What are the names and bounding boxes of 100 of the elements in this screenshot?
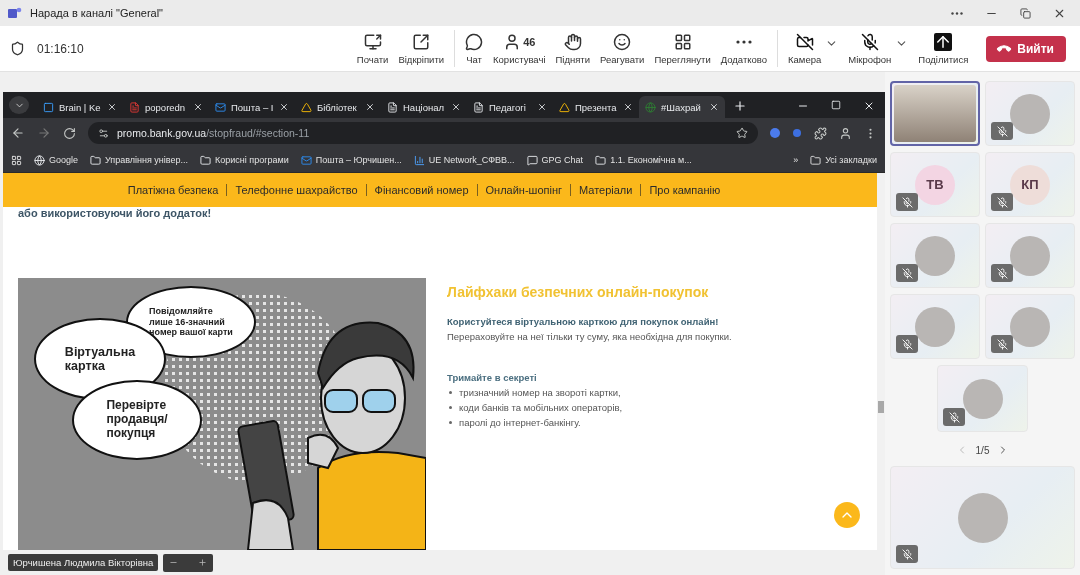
toolbar-button[interactable]: Переглянути	[650, 30, 715, 67]
folder-icon	[595, 154, 607, 166]
grid-icon	[673, 32, 692, 51]
close-icon[interactable]	[451, 102, 461, 112]
reload-icon[interactable]	[63, 126, 76, 140]
leave-button[interactable]: Вийти	[986, 35, 1066, 62]
paragraph-text: Перераховуйте на неї тільки ту суму, яка необхідна для покупки.	[447, 330, 732, 344]
toolbar-button[interactable]: Додатково	[716, 30, 772, 67]
drive-icon	[301, 101, 312, 113]
back-icon[interactable]	[11, 126, 25, 140]
browser-tab[interactable]: Націонал	[381, 96, 467, 118]
presenter-name: Юрчишена Людмила Вікторівна	[8, 554, 159, 571]
avatar-placeholder	[1010, 93, 1050, 134]
extension-icon[interactable]	[770, 128, 780, 138]
nav-link[interactable]: Матеріали	[570, 184, 641, 196]
browser-tab[interactable]: Презента	[553, 96, 639, 118]
meeting-timer: 01:16:10	[37, 41, 84, 56]
list-item: тризначний номер на звороті картки,	[459, 386, 621, 400]
speech-bubble: Перевірте продавця/ покупця	[72, 380, 202, 460]
scrollbar-thumb[interactable]	[878, 401, 884, 413]
restore-icon[interactable]	[1020, 7, 1031, 19]
list-item: паролі до інтернет-банкінгу.	[459, 416, 581, 430]
nav-link[interactable]: Онлайн-шопінг	[476, 184, 570, 196]
toolbar-button[interactable]: Реагувати	[596, 30, 649, 67]
toolbar-button[interactable]: Поділитися	[914, 30, 973, 67]
toolbar-button[interactable]: Чат	[461, 30, 488, 67]
maximize-icon[interactable]	[831, 100, 841, 110]
extension-icon[interactable]	[792, 128, 802, 138]
window-title: Нарада в каналі "General"	[30, 7, 163, 19]
close-icon[interactable]	[537, 102, 547, 112]
browser-tab[interactable]: Бібліотек	[295, 96, 381, 118]
bookmark[interactable]: GPG Chat	[526, 154, 584, 166]
toolbar-button[interactable]: Мікрофон	[844, 30, 896, 67]
avatar-placeholder	[915, 235, 955, 276]
share-screen-icon	[363, 32, 382, 51]
close-icon[interactable]	[279, 102, 289, 112]
hand-icon	[563, 32, 582, 51]
bookmark[interactable]: Пошта – Юрчишен...	[300, 154, 402, 166]
close-icon[interactable]	[107, 102, 117, 112]
more-icon[interactable]	[951, 11, 963, 15]
profile-icon[interactable]	[839, 126, 852, 140]
pop-out-icon	[412, 32, 431, 51]
more-bookmarks-button[interactable]: »	[793, 155, 799, 165]
page-icon	[43, 101, 54, 113]
bookmark[interactable]: Google	[34, 154, 79, 166]
folder-icon	[200, 154, 212, 166]
zoom-control[interactable]	[163, 553, 214, 572]
browser-tab[interactable]: Пошта – І	[209, 96, 295, 118]
avatar-initials: КП	[1010, 164, 1050, 205]
close-icon[interactable]	[863, 100, 875, 112]
network-icon	[413, 154, 425, 166]
smiley-icon	[613, 32, 632, 51]
mail-icon	[215, 101, 226, 113]
participant-tile[interactable]: ТВ	[890, 152, 980, 217]
app-logo-icon	[8, 7, 22, 19]
tab-list-button[interactable]	[9, 96, 29, 114]
nav-link[interactable]: Платіжна безпека	[119, 184, 227, 196]
nav-link[interactable]: Про кампанію	[640, 184, 729, 196]
browser-tab[interactable]: Brain | Ke	[37, 96, 123, 118]
bookmark[interactable]: UE Network_СФВВ...	[413, 154, 515, 166]
toolbar-button[interactable]: Підняти	[551, 30, 595, 67]
avatar-placeholder	[1010, 306, 1050, 347]
avatar-initials: ТВ	[915, 164, 955, 205]
browser-tab[interactable]: Педагогі	[467, 96, 553, 118]
close-icon[interactable]	[365, 102, 375, 112]
extensions-icon[interactable]	[814, 126, 827, 140]
forward-icon[interactable]	[37, 126, 51, 140]
bookmark[interactable]: 1.1. Економічна м...	[595, 154, 692, 166]
subheading: Тримайте в секреті	[447, 371, 538, 385]
drive-icon	[559, 101, 570, 113]
folder-icon	[90, 154, 102, 166]
bookmark[interactable]: Корисні програми	[200, 154, 289, 166]
close-icon[interactable]	[709, 102, 719, 112]
toolbar-button[interactable]: Відкріпити	[394, 30, 449, 67]
bookmark[interactable]: Управління універ...	[90, 154, 189, 166]
avatar-placeholder	[915, 306, 955, 347]
nav-link[interactable]: Телефонне шахрайство	[226, 184, 366, 196]
toolbar-button[interactable]: Почати	[352, 30, 393, 67]
zoom-in-icon[interactable]	[198, 558, 208, 567]
site-settings-icon	[98, 127, 109, 139]
toolbar-button[interactable]: 46 Користувачі	[489, 30, 550, 67]
all-bookmarks-folder[interactable]: Усі закладки	[810, 154, 877, 166]
pdf-icon	[129, 101, 140, 113]
avatar-placeholder	[1010, 235, 1050, 276]
address-field[interactable]: promo.bank.gov.ua/stopfraud/#section-11	[88, 122, 758, 144]
nav-link[interactable]: Фінансовий номер	[365, 184, 477, 196]
globe-icon	[645, 101, 656, 113]
browser-tab[interactable]: #Шахрай	[639, 96, 725, 118]
close-icon[interactable]	[623, 102, 633, 112]
folder-icon	[810, 154, 822, 166]
list-item: коди банків та мобільних операторів,	[459, 401, 623, 415]
participant-tile[interactable]: КП	[985, 152, 1075, 217]
bookmark-star-icon[interactable]	[736, 127, 748, 139]
toolbar-button[interactable]: Камера	[784, 30, 826, 67]
apps-icon[interactable]	[11, 154, 22, 166]
chat-icon	[465, 32, 484, 51]
browser-tab[interactable]: poporedn	[123, 96, 209, 118]
close-icon[interactable]	[193, 102, 203, 112]
new-tab-icon[interactable]	[733, 99, 747, 113]
google-icon	[34, 154, 45, 166]
